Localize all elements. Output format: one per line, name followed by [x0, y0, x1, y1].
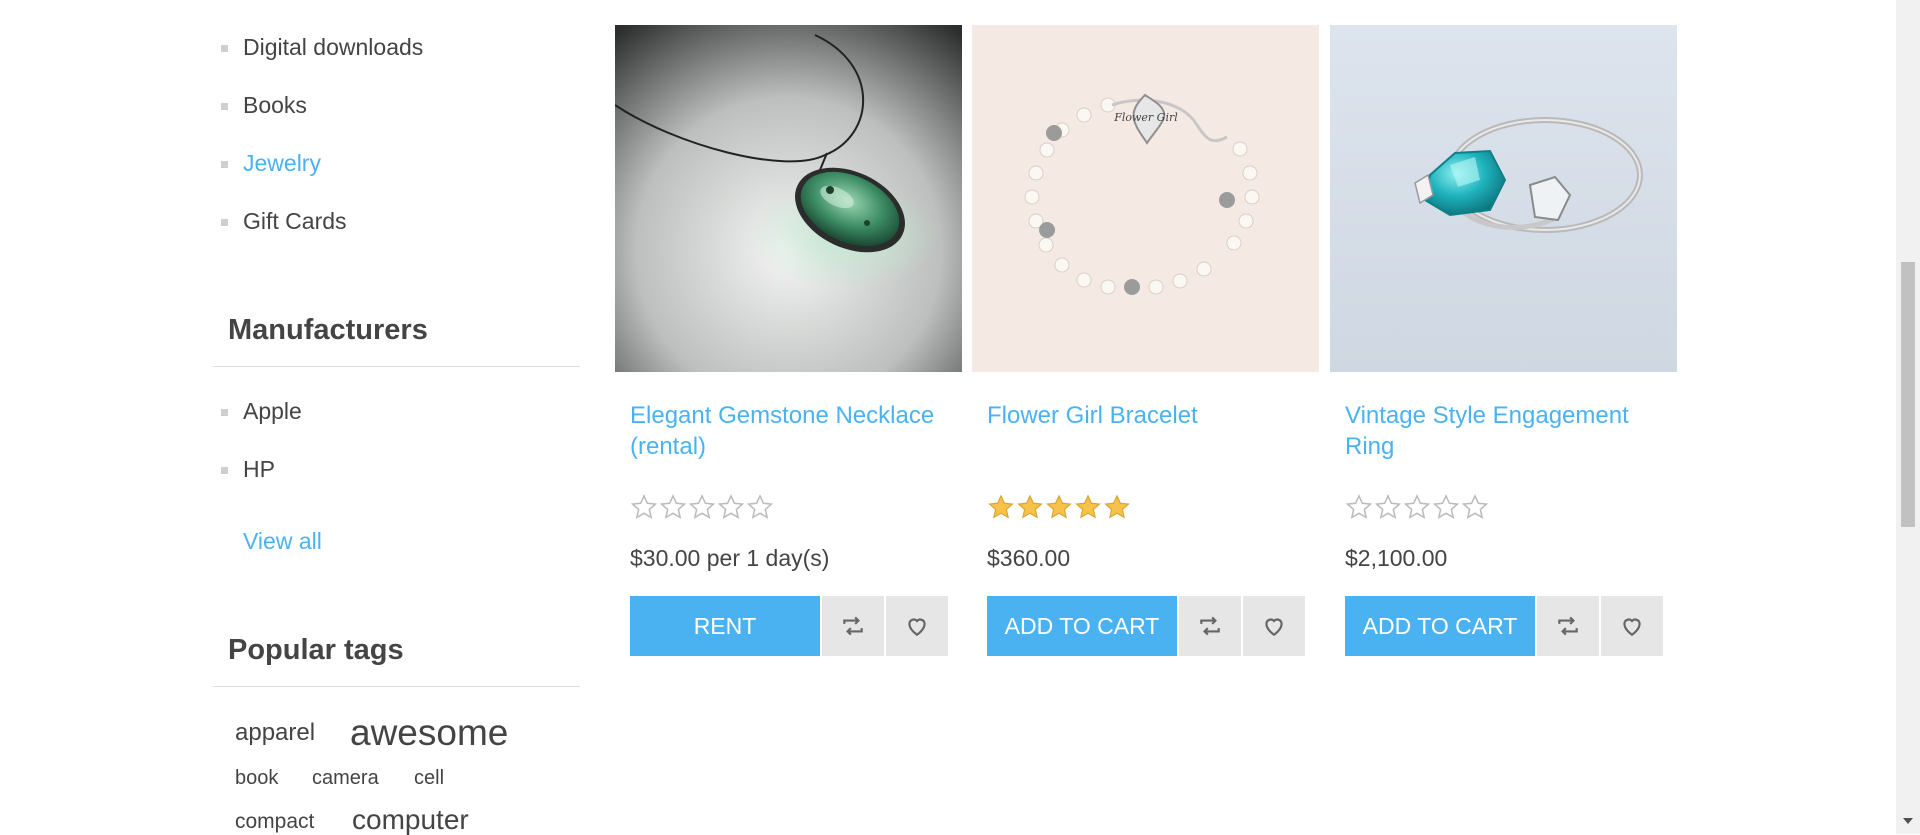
list-bullet	[221, 467, 228, 474]
star-empty-icon	[630, 494, 658, 519]
list-bullet	[221, 219, 228, 226]
star-empty-icon	[1345, 494, 1373, 519]
add-to-cart-button[interactable]: ADD TO CART	[1345, 596, 1535, 656]
rent-button[interactable]: RENT	[630, 596, 820, 656]
category-label[interactable]: Digital downloads	[243, 32, 423, 62]
divider	[213, 686, 580, 687]
vertical-scrollbar[interactable]	[1896, 0, 1920, 834]
product-picture-link[interactable]	[1330, 25, 1677, 372]
manufacturers-title: Manufacturers	[228, 314, 428, 346]
divider	[213, 366, 580, 367]
list-bullet	[221, 409, 228, 416]
charm-text: Flower Girl	[1113, 111, 1178, 124]
star-empty-icon	[1403, 494, 1431, 519]
product-title-link[interactable]: Elegant Gemstone Necklace (rental)	[630, 400, 950, 462]
star-filled-icon	[1104, 494, 1130, 519]
star-filled-icon	[1046, 494, 1072, 519]
add-to-compare-button[interactable]	[1179, 596, 1241, 656]
star-empty-icon	[1432, 494, 1460, 519]
product-picture-link[interactable]: Flower Girl	[972, 25, 1319, 372]
manufacturer-label[interactable]: HP	[243, 454, 275, 484]
star-empty-icon	[688, 494, 716, 519]
list-bullet	[221, 45, 228, 52]
category-label[interactable]: Gift Cards	[243, 206, 347, 236]
compare-icon	[1558, 616, 1578, 636]
necklace-image[interactable]	[615, 25, 962, 372]
compare-icon	[843, 616, 863, 636]
add-to-compare-button[interactable]	[1537, 596, 1599, 656]
heart-icon	[908, 618, 926, 636]
tag-camera[interactable]: camera	[312, 768, 379, 788]
star-empty-icon	[717, 494, 745, 519]
scrollbar-thumb[interactable]	[1901, 262, 1915, 527]
product-price: $2,100.00	[1345, 545, 1448, 571]
star-empty-icon	[659, 494, 687, 519]
star-filled-icon	[1075, 494, 1101, 519]
view-all-manufacturers-link[interactable]: View all	[243, 526, 322, 556]
product-rating	[987, 493, 1131, 523]
star-filled-icon	[988, 494, 1014, 519]
add-to-wishlist-button[interactable]	[886, 596, 948, 656]
category-label[interactable]: Jewelry	[243, 148, 321, 178]
product-rating	[630, 493, 774, 523]
add-to-wishlist-button[interactable]	[1601, 596, 1663, 656]
manufacturer-label[interactable]: Apple	[243, 396, 302, 426]
product-price: $30.00 per 1 day(s)	[630, 545, 830, 571]
star-empty-icon	[746, 494, 774, 519]
tag-apparel[interactable]: apparel	[235, 721, 315, 745]
product-buttons: RENT	[630, 596, 948, 656]
product-buttons: ADD TO CART	[987, 596, 1305, 656]
list-bullet	[221, 161, 228, 168]
tag-book[interactable]: book	[235, 768, 278, 788]
heart-icon	[1623, 618, 1641, 636]
compare-icon	[1200, 616, 1220, 636]
product-title-link[interactable]: Vintage Style Engagement Ring	[1345, 400, 1665, 462]
list-bullet	[221, 103, 228, 110]
product-rating	[1345, 493, 1489, 523]
tag-computer[interactable]: computer	[352, 806, 469, 834]
ring-image[interactable]	[1330, 25, 1677, 372]
star-filled-icon	[1017, 494, 1043, 519]
heart-icon	[1265, 618, 1283, 636]
star-empty-icon	[1461, 494, 1489, 519]
tag-cell[interactable]: cell	[414, 768, 444, 788]
product-picture-link[interactable]	[615, 25, 962, 372]
tag-awesome[interactable]: awesome	[350, 714, 508, 751]
add-to-wishlist-button[interactable]	[1243, 596, 1305, 656]
scroll-down-arrow-icon[interactable]	[1903, 818, 1913, 824]
popular-tags-title: Popular tags	[228, 634, 404, 666]
product-price: $360.00	[987, 545, 1071, 571]
product-title-link[interactable]: Flower Girl Bracelet	[987, 400, 1307, 431]
add-to-cart-button[interactable]: ADD TO CART	[987, 596, 1177, 656]
bracelet-image[interactable]: Flower Girl	[972, 25, 1319, 372]
category-label[interactable]: Books	[243, 90, 307, 120]
add-to-compare-button[interactable]	[822, 596, 884, 656]
star-empty-icon	[1374, 494, 1402, 519]
product-buttons: ADD TO CART	[1345, 596, 1663, 656]
tag-compact[interactable]: compact	[235, 811, 314, 832]
